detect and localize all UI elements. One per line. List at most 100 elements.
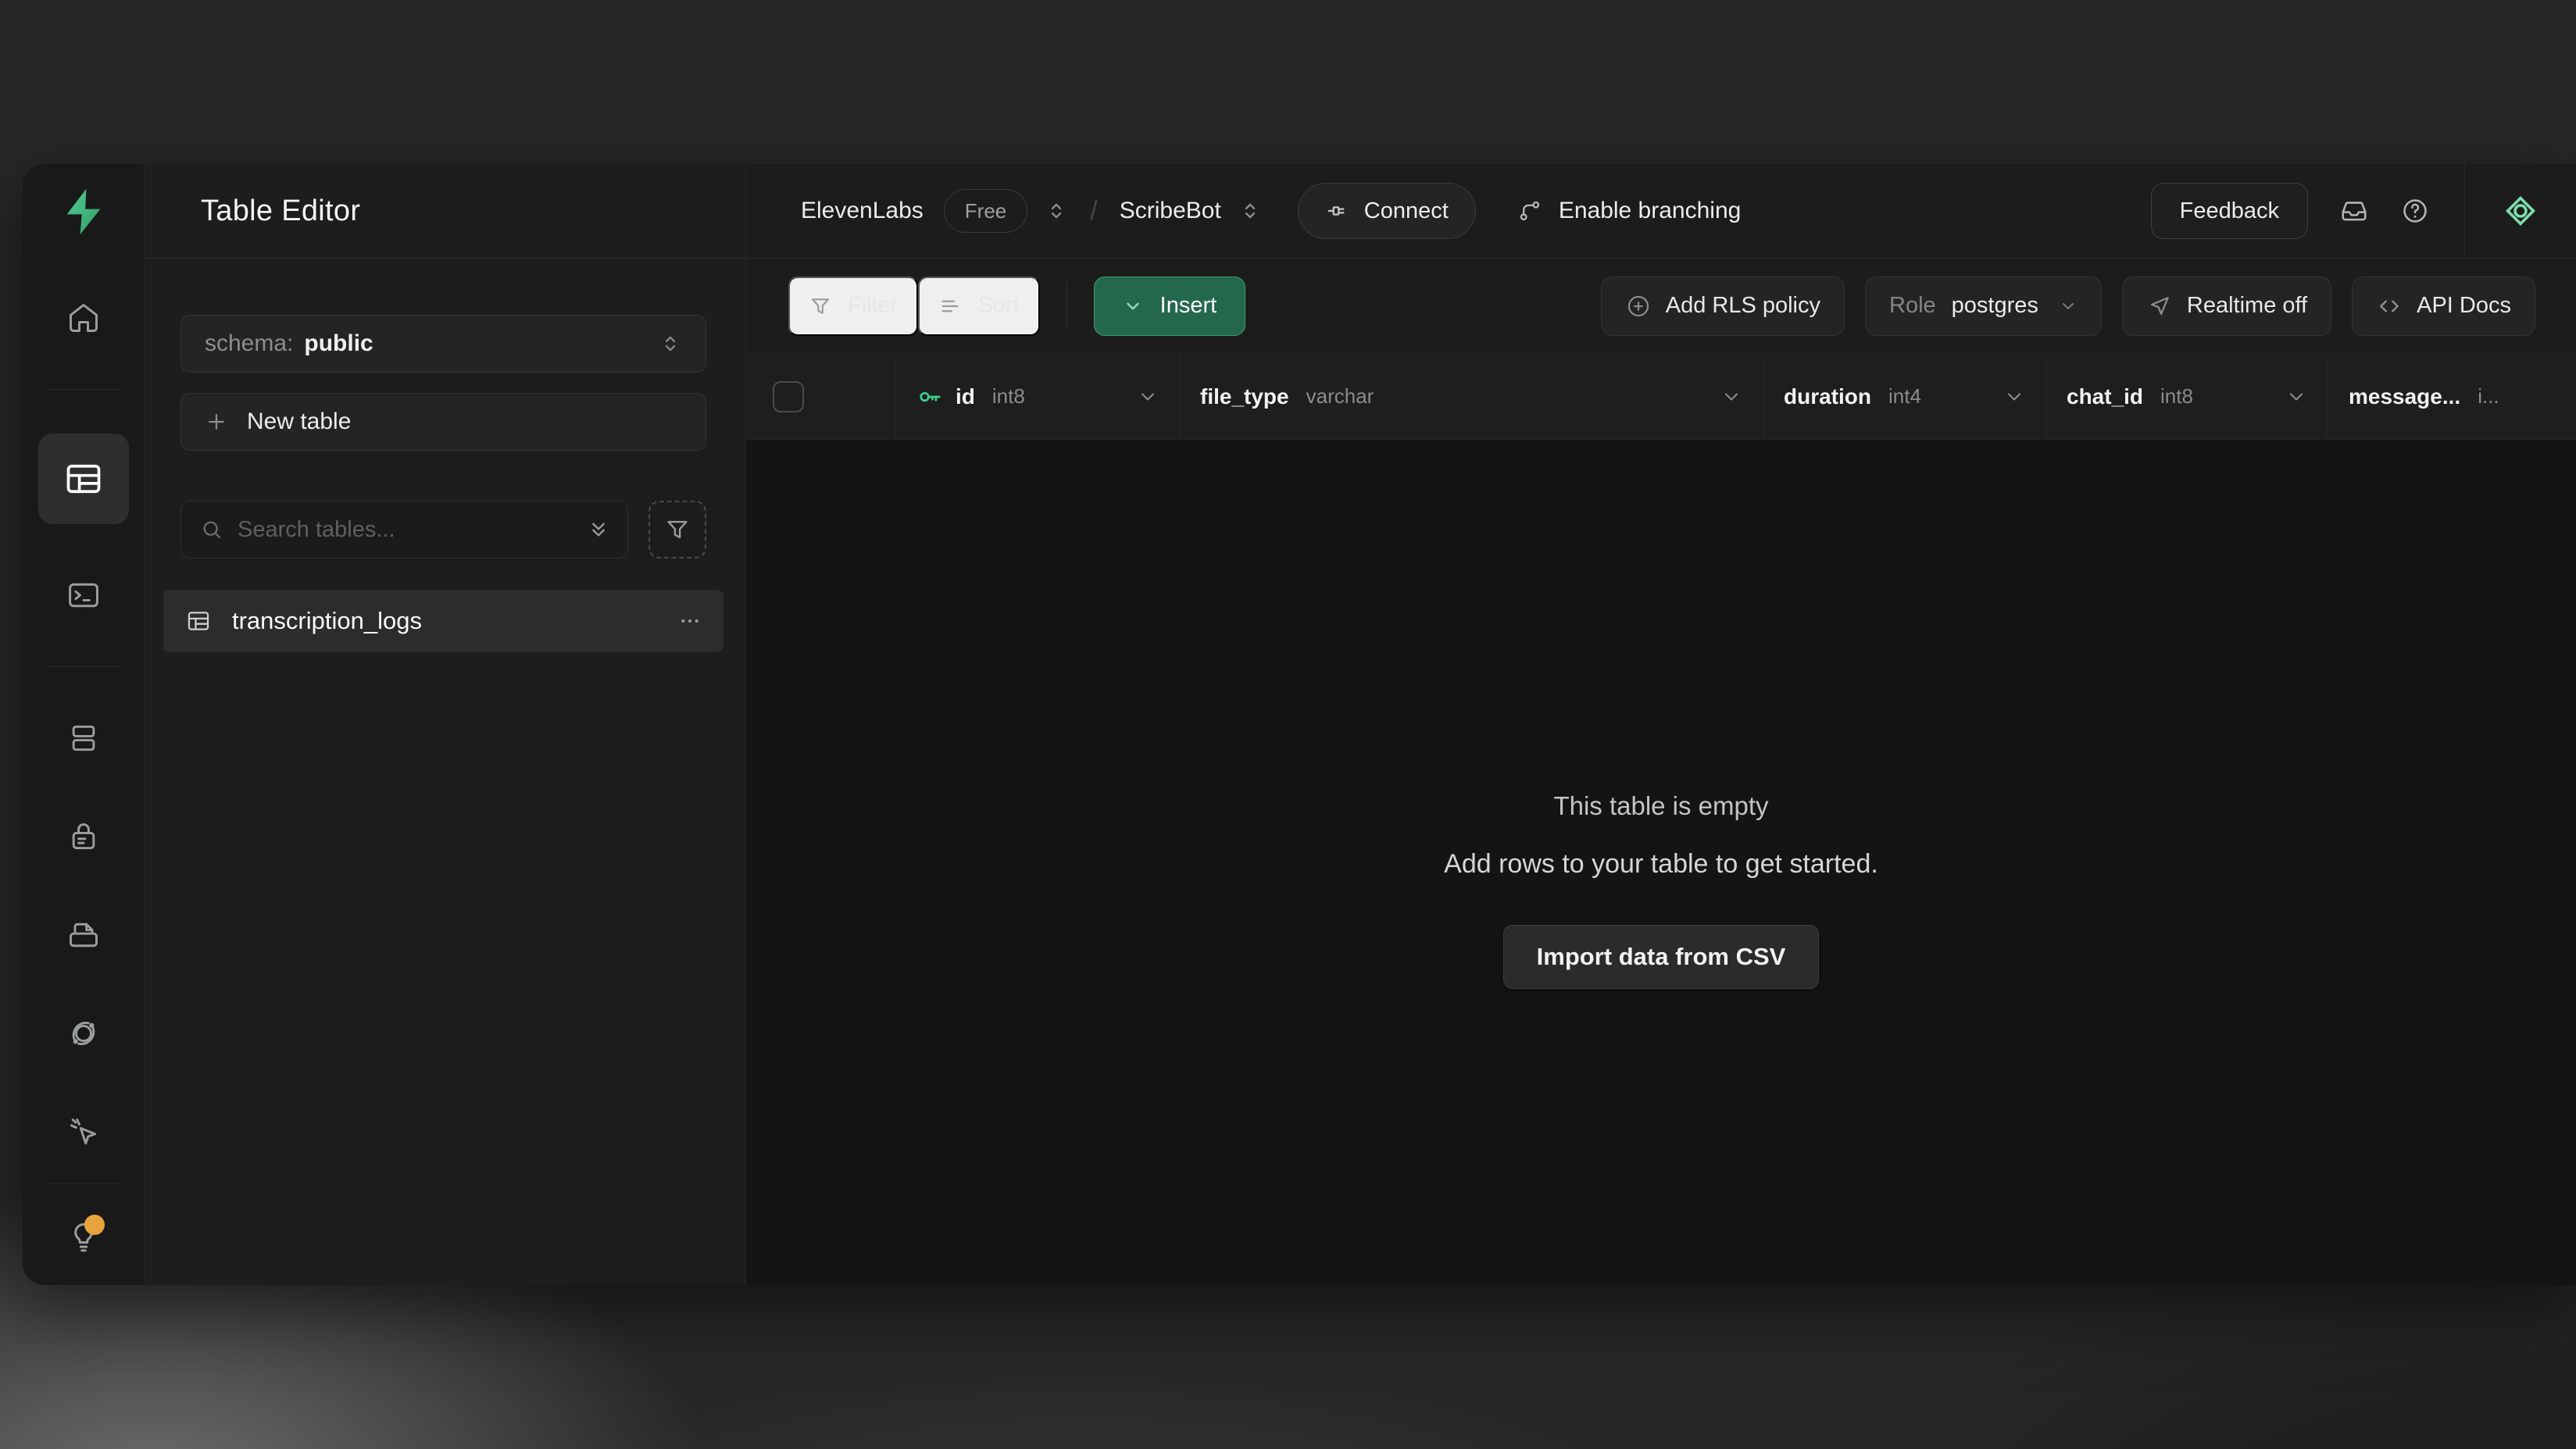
main-area: ElevenLabs Free / ScribeBot (746, 164, 2576, 1285)
help-icon[interactable] (2400, 196, 2430, 226)
column-menu-chevron-icon[interactable] (1720, 386, 1742, 408)
role-label: Role (1889, 293, 1936, 319)
select-all-checkbox[interactable] (773, 381, 804, 412)
inbox-icon[interactable] (2339, 196, 2369, 226)
column-menu-chevron-icon[interactable] (2285, 386, 2307, 408)
whats-new-lightbulb-icon[interactable] (56, 1210, 111, 1265)
table-list: transcription_logs (163, 590, 723, 652)
realtime-icon[interactable] (56, 1006, 111, 1061)
insert-button[interactable]: Insert (1094, 277, 1246, 336)
table-list-item[interactable]: transcription_logs (163, 590, 723, 652)
org-switcher-chevrons-icon[interactable] (1045, 199, 1068, 223)
funnel-icon (664, 516, 691, 543)
column-name: id (956, 384, 975, 409)
column-name: chat_id (2067, 384, 2143, 409)
git-branch-icon (1517, 198, 1543, 224)
plug-icon (1325, 198, 1350, 223)
feedback-button[interactable]: Feedback (2151, 183, 2308, 239)
connect-label: Connect (1364, 198, 1449, 224)
assistant-diamond-icon[interactable] (2465, 188, 2576, 234)
code-brackets-icon (2376, 293, 2403, 319)
plus-circle-icon (1625, 293, 1652, 319)
role-value: postgres (1952, 293, 2038, 319)
grid-body: This table is empty Add rows to your tab… (746, 440, 2576, 1285)
enable-branching-label: Enable branching (1559, 198, 1742, 224)
role-select-button[interactable]: Role postgres (1865, 277, 2102, 336)
import-csv-button[interactable]: Import data from CSV (1503, 925, 1820, 989)
search-tables-input[interactable] (180, 501, 628, 559)
table-grid-icon (185, 608, 212, 634)
table-options-ellipsis-icon[interactable] (678, 609, 702, 633)
realtime-label: Realtime off (2187, 293, 2307, 319)
api-docs-button[interactable]: API Docs (2352, 277, 2535, 336)
rail-nav (23, 259, 144, 1159)
rail-divider (48, 389, 120, 390)
column-name: duration (1784, 384, 1871, 409)
chevrons-up-down-icon (659, 332, 682, 355)
rail-divider (48, 666, 120, 667)
select-all-cell (746, 354, 896, 439)
new-table-label: New table (247, 409, 351, 435)
column-header-id[interactable]: id int8 (896, 354, 1180, 439)
sidebar: Table Editor schema: public New table (145, 164, 746, 1285)
sort-label: Sort (977, 293, 1019, 319)
plan-badge[interactable]: Free (944, 189, 1027, 233)
project-name[interactable]: ScribeBot (1120, 198, 1221, 224)
breadcrumb-separator: / (1090, 196, 1097, 227)
sql-editor-icon[interactable] (56, 568, 111, 623)
insert-label: Insert (1160, 293, 1217, 319)
top-bar-right: Feedback (2151, 164, 2576, 258)
schema-label: schema: (205, 330, 293, 357)
database-icon[interactable] (56, 711, 111, 766)
advisors-icon[interactable] (56, 1105, 111, 1159)
storage-icon[interactable] (56, 908, 111, 962)
grid-header-row: id int8 file_type varchar duration int4 (746, 354, 2576, 440)
supabase-logo[interactable] (23, 164, 144, 259)
chevrons-down-double-icon[interactable] (586, 517, 611, 542)
column-type: int8 (2160, 384, 2193, 409)
project-switcher-chevrons-icon[interactable] (1238, 199, 1262, 223)
auth-lock-icon[interactable] (56, 809, 111, 864)
api-docs-label: API Docs (2417, 293, 2511, 319)
sort-lines-icon (938, 294, 962, 318)
top-bar: ElevenLabs Free / ScribeBot (746, 164, 2576, 259)
enable-branching-button[interactable]: Enable branching (1517, 198, 1742, 224)
org-name[interactable]: ElevenLabs (801, 198, 924, 224)
broadcast-send-icon (2146, 293, 2173, 319)
column-type: int4 (1888, 384, 1921, 409)
filter-tables-button[interactable] (648, 501, 706, 559)
schema-select[interactable]: schema: public (180, 315, 706, 373)
chevron-down-icon (1123, 296, 1143, 316)
table-editor-icon[interactable] (38, 434, 129, 524)
connect-button[interactable]: Connect (1298, 183, 1476, 239)
new-table-button[interactable]: New table (180, 393, 706, 451)
sidebar-header: Table Editor (145, 164, 745, 259)
column-menu-chevron-icon[interactable] (2003, 386, 2025, 408)
table-name: transcription_logs (232, 607, 422, 635)
sort-button[interactable]: Sort (918, 277, 1039, 336)
realtime-toggle-button[interactable]: Realtime off (2122, 277, 2331, 336)
add-rls-policy-button[interactable]: Add RLS policy (1601, 277, 1845, 336)
column-header-file-type[interactable]: file_type varchar (1180, 354, 1763, 439)
empty-state-title: This table is empty (1553, 791, 1768, 821)
filter-button[interactable]: Filter (788, 277, 918, 336)
search-wrap (180, 501, 628, 559)
add-rls-label: Add RLS policy (1666, 293, 1820, 319)
column-type: i... (2478, 384, 2499, 409)
sidebar-body: schema: public New table (145, 259, 745, 652)
rail-bottom (23, 1183, 144, 1265)
column-header-duration[interactable]: duration int4 (1763, 354, 2046, 439)
chevron-down-icon (2059, 297, 2078, 316)
home-icon[interactable] (56, 291, 111, 345)
toolbar-divider (1066, 282, 1067, 330)
page-title: Table Editor (201, 195, 360, 228)
column-name: message... (2349, 384, 2460, 409)
empty-state-subtitle: Add rows to your table to get started. (1444, 849, 1878, 880)
column-type: int8 (992, 384, 1025, 409)
primary-key-icon (916, 383, 945, 411)
plus-icon (205, 410, 228, 434)
column-menu-chevron-icon[interactable] (1137, 386, 1159, 408)
funnel-icon (809, 294, 832, 318)
column-header-message[interactable]: message... i... (2328, 354, 2576, 439)
column-header-chat-id[interactable]: chat_id int8 (2046, 354, 2328, 439)
